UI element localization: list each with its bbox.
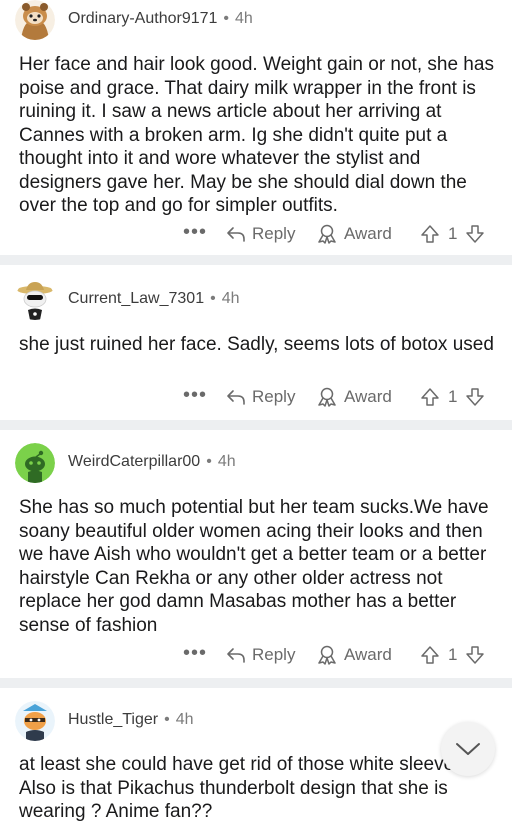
reply-icon xyxy=(227,648,245,663)
comment-text: Her face and hair look good. Weight gain… xyxy=(19,54,494,216)
downvote-icon[interactable] xyxy=(465,645,485,665)
vote-controls: 1 xyxy=(420,645,485,665)
username[interactable]: Current_Law_7301 xyxy=(68,290,204,307)
comment: WeirdCaterpillar00 • 4h She has so much po… xyxy=(0,430,512,678)
comment-actions: ••• Reply Award 1 xyxy=(0,641,512,671)
chevron-down-icon xyxy=(456,743,480,755)
comment-text: She has so much potential but her team s… xyxy=(19,497,489,636)
vote-controls: 1 xyxy=(420,224,485,244)
separator-dot: • xyxy=(206,453,212,470)
comment-text: she just ruined her face. Sadly, seems l… xyxy=(19,334,494,355)
vote-count: 1 xyxy=(448,387,458,406)
reply-label: Reply xyxy=(252,224,296,243)
award-label: Award xyxy=(344,224,392,243)
separator-dot: • xyxy=(223,10,230,27)
comment-age: 4h xyxy=(221,290,240,307)
comment: Hustle_Tiger • 4h at least she could have … xyxy=(0,688,512,825)
reply-button[interactable]: Reply xyxy=(226,224,295,244)
upvote-icon[interactable] xyxy=(420,387,440,407)
comment-divider xyxy=(0,678,512,688)
award-label: Award xyxy=(344,387,392,406)
award-button[interactable]: Award xyxy=(316,645,392,665)
reply-icon xyxy=(227,227,245,242)
comment-divider xyxy=(0,255,512,265)
comment-text: at least she could have get rid of those… xyxy=(19,754,475,822)
username[interactable]: Hustle_Tiger xyxy=(68,711,158,728)
comment: Ordinary-Author9171 • 4h Her face and hair… xyxy=(0,0,512,255)
comment-actions: ••• Reply Award 1 xyxy=(0,383,512,413)
award-button[interactable]: Award xyxy=(316,387,392,407)
award-icon xyxy=(318,645,336,665)
username-line: WeirdCaterpillar00 • 4h xyxy=(68,453,236,471)
comment-divider xyxy=(0,420,512,430)
downvote-icon[interactable] xyxy=(465,224,485,244)
award-icon xyxy=(318,387,336,407)
vote-controls: 1 xyxy=(420,387,485,407)
collapse-button[interactable] xyxy=(441,722,495,776)
username[interactable]: WeirdCaterpillar00 xyxy=(68,453,200,470)
username-line: Ordinary-Author9171 • 4h xyxy=(68,10,253,28)
comment-age: 4h xyxy=(175,711,194,728)
upvote-icon[interactable] xyxy=(420,224,440,244)
comment: Current_Law_7301 • 4h she just ruined her … xyxy=(0,265,512,420)
reply-button[interactable]: Reply xyxy=(226,645,295,665)
reply-icon xyxy=(227,390,245,405)
vote-count: 1 xyxy=(448,645,458,664)
user-avatar[interactable] xyxy=(15,0,55,40)
award-icon xyxy=(318,224,336,244)
award-button[interactable]: Award xyxy=(316,224,392,244)
username-line: Hustle_Tiger • 4h xyxy=(68,711,194,729)
reply-label: Reply xyxy=(252,645,296,664)
comment-age: 4h xyxy=(235,10,253,27)
award-label: Award xyxy=(344,645,392,664)
upvote-icon[interactable] xyxy=(420,645,440,665)
user-avatar[interactable] xyxy=(15,443,55,483)
user-avatar[interactable] xyxy=(15,280,55,320)
more-options-button[interactable]: ••• xyxy=(183,384,207,407)
vote-count: 1 xyxy=(448,224,458,243)
username-line: Current_Law_7301 • 4h xyxy=(68,290,240,308)
reply-button[interactable]: Reply xyxy=(226,387,295,407)
downvote-icon[interactable] xyxy=(465,387,485,407)
username[interactable]: Ordinary-Author9171 xyxy=(68,10,217,27)
comment-actions: ••• Reply Award 1 xyxy=(0,220,512,250)
user-avatar[interactable] xyxy=(15,701,55,741)
more-options-button[interactable]: ••• xyxy=(183,221,207,244)
separator-dot: • xyxy=(210,290,216,307)
comment-age: 4h xyxy=(217,453,236,470)
reply-label: Reply xyxy=(252,387,296,406)
more-options-button[interactable]: ••• xyxy=(183,642,207,665)
separator-dot: • xyxy=(164,711,170,728)
